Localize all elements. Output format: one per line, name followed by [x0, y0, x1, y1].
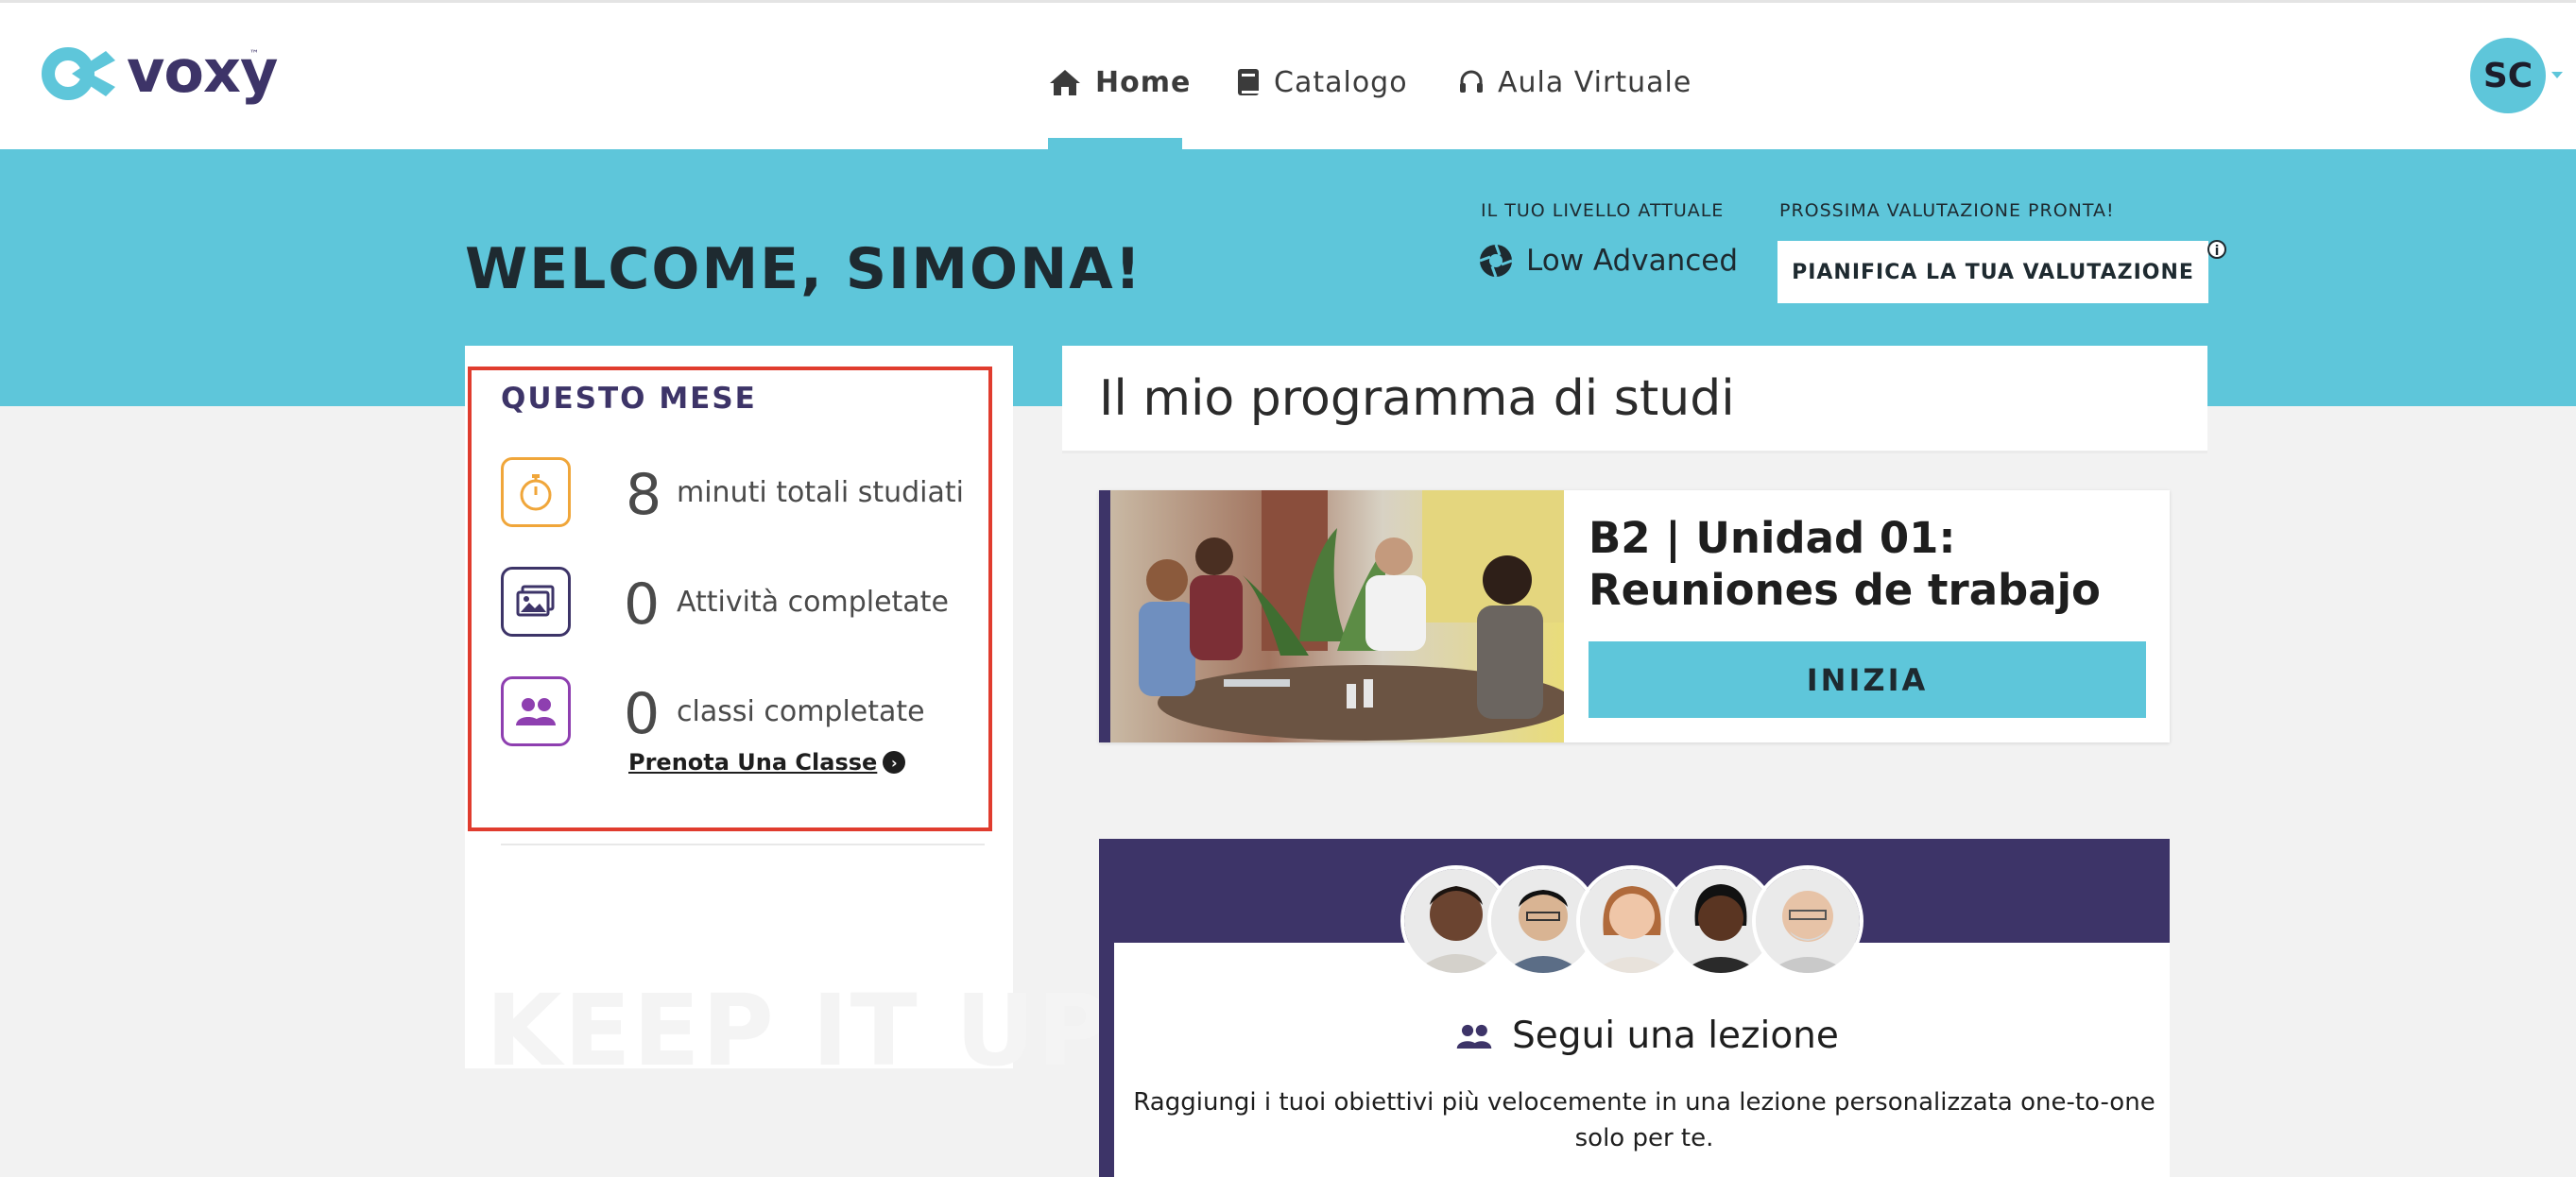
- tutor-avatars: [1400, 865, 1882, 1007]
- nav-home-label: Home: [1095, 65, 1192, 99]
- lesson-title: Segui una lezione: [1512, 1015, 1839, 1057]
- tutor-avatar: [1752, 865, 1863, 977]
- current-level-label: IL TUO LIVELLO ATTUALE: [1481, 200, 1725, 221]
- headset-icon: [1460, 70, 1483, 93]
- current-level: Low Advanced: [1479, 244, 1738, 278]
- minutes-studied-label: minuti totali studiati: [677, 476, 964, 509]
- plan-assessment-button[interactable]: PIANIFICA LA TUA VALUTAZIONE: [1777, 241, 2208, 303]
- minutes-studied-value: 8: [626, 462, 662, 528]
- unit-meeting-photo: [1110, 490, 1564, 742]
- welcome-heading: WELCOME, SIMONA!: [465, 236, 1143, 302]
- avatar-caret-icon[interactable]: [2551, 72, 2563, 78]
- info-icon[interactable]: i: [2207, 240, 2226, 259]
- activities-completed-value: 0: [624, 571, 661, 638]
- level-aperture-icon: [1479, 244, 1513, 278]
- lesson-card-stripe: [1099, 943, 1114, 1177]
- classes-completed-value: 0: [624, 681, 661, 747]
- chevron-right-icon: ›: [883, 751, 906, 774]
- voxy-logo[interactable]: voxy ™: [40, 42, 278, 102]
- start-unit-button[interactable]: INIZIA: [1589, 641, 2146, 718]
- book-class-link-label: Prenota Una Classe: [628, 749, 878, 776]
- unit-title: B2 | Unidad 01: Reuniones de trabajo: [1589, 513, 2101, 615]
- voxy-logo-mark-icon: [42, 47, 115, 100]
- lesson-title-row: Segui una lezione: [1455, 1015, 1839, 1057]
- current-level-value: Low Advanced: [1526, 244, 1739, 278]
- stats-title: QUESTO MESE: [501, 382, 757, 416]
- nav-catalogo[interactable]: Catalogo: [1236, 59, 1408, 106]
- program-title: Il mio programma di studi: [1099, 370, 1735, 427]
- classes-completed-label: classi completate: [677, 695, 925, 728]
- book-icon: [1238, 69, 1259, 95]
- book-class-link[interactable]: Prenota Una Classe ›: [628, 749, 906, 776]
- gallery-icon: [501, 567, 571, 637]
- nav-aula-virtuale[interactable]: Aula Virtuale: [1458, 59, 1692, 106]
- activities-completed-label: Attività completate: [677, 586, 949, 619]
- nav-active-indicator: [1048, 138, 1182, 149]
- user-avatar[interactable]: SC: [2470, 38, 2546, 113]
- logo-trademark: ™: [249, 49, 259, 60]
- home-icon: [1050, 70, 1080, 95]
- nav-catalogo-label: Catalogo: [1274, 65, 1408, 99]
- nav-aula-virtuale-label: Aula Virtuale: [1498, 65, 1692, 99]
- keep-it-up-watermark: KEEP IT UP!: [486, 973, 1159, 1088]
- stopwatch-icon: [501, 457, 571, 527]
- nav-home[interactable]: Home: [1048, 59, 1191, 106]
- next-assessment-label: PROSSIMA VALUTAZIONE PRONTA!: [1779, 200, 2115, 221]
- users-icon: [501, 676, 571, 746]
- unit-card-stripe: [1099, 490, 1110, 742]
- users-icon: [1456, 1024, 1492, 1049]
- stats-divider: [501, 844, 985, 845]
- lesson-description: Raggiungi i tuoi obiettivi più velocemen…: [1133, 1088, 2155, 1152]
